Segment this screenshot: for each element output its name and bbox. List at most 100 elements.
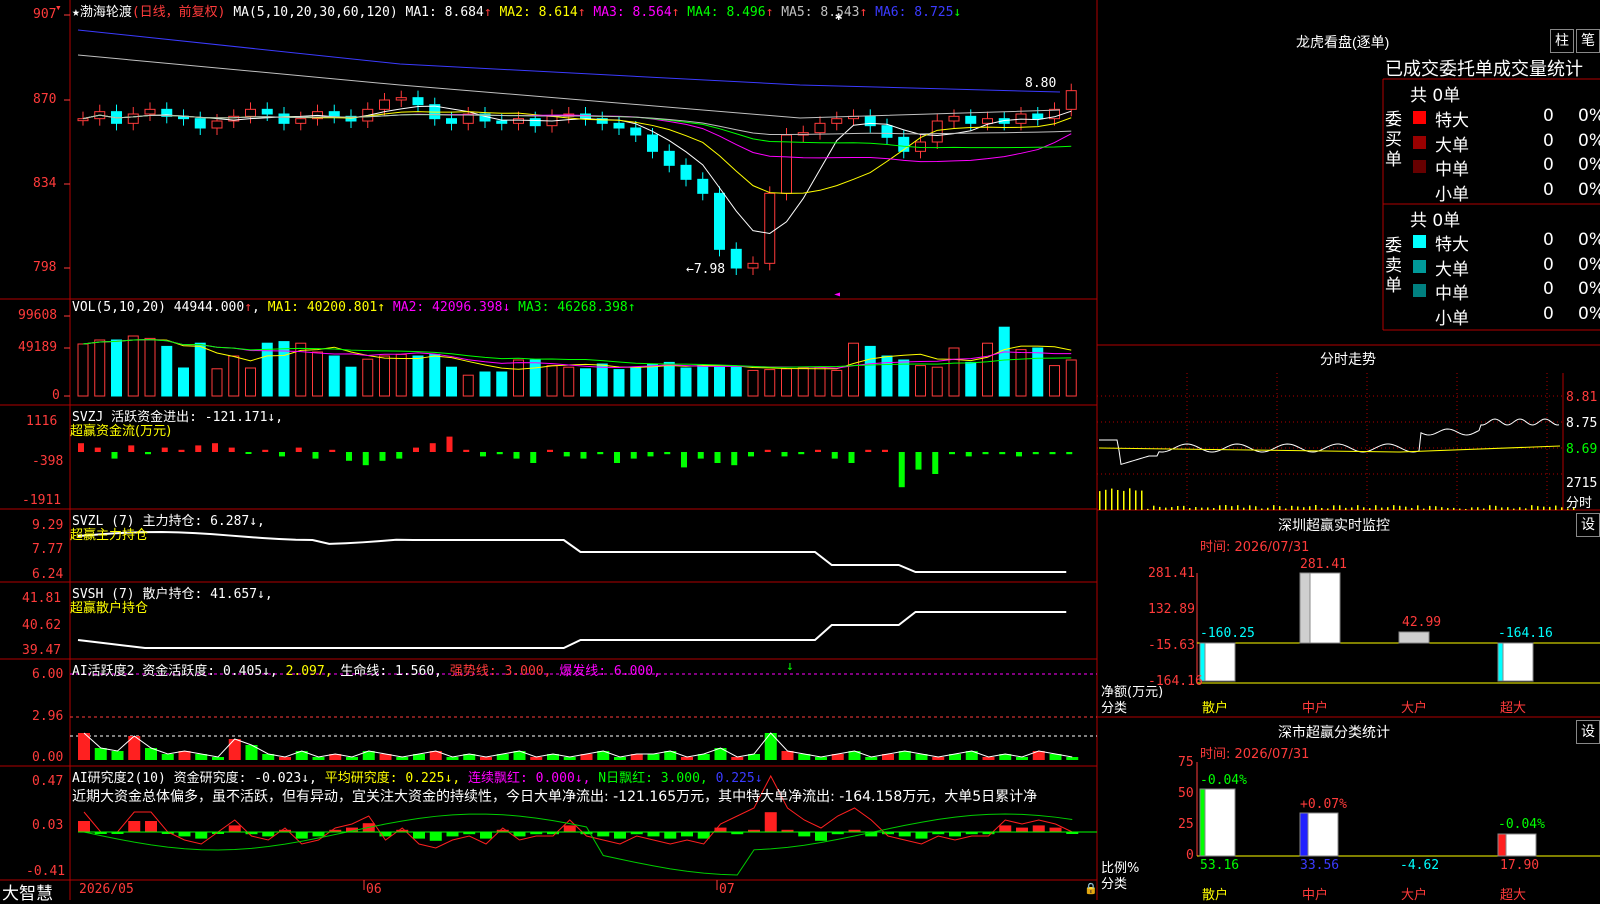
fenshi-volume-bar <box>1117 490 1119 510</box>
fenshi-price: 8.69 <box>1566 442 1597 457</box>
fenshi-volume-bar <box>1447 508 1449 510</box>
fenshi-volume-bar <box>1393 505 1395 510</box>
bar-mode-button[interactable]: 柱 <box>1550 29 1574 53</box>
fenshi-volume: 2715 <box>1566 476 1597 491</box>
szmon-settings-button[interactable]: 设 <box>1576 513 1600 537</box>
fenshi-volume-bar <box>1153 506 1155 510</box>
ma-legend: MA1: 8.684↑ MA2: 8.614↑ MA3: 8.564↑ MA4:… <box>406 5 962 20</box>
fenshi-volume-bar <box>1555 506 1557 510</box>
szcls-settings-button[interactable]: 设 <box>1576 720 1600 744</box>
fenshi-volume-bar <box>1105 490 1107 510</box>
fenshi-volume-bar <box>1273 505 1275 510</box>
order-pct: 0% <box>1578 230 1600 250</box>
fenshi-volume-bar <box>1321 508 1323 510</box>
fenshi-volume-bar <box>1339 505 1341 510</box>
vol-tick: 0 <box>52 388 60 403</box>
ai2-header: AI研究度2(10) 资金研究度: -0.023↓, 平均研究度: 0.225↓… <box>72 767 763 786</box>
fenshi-volume-bar <box>1123 491 1125 510</box>
szcls-cat: 中户 <box>1302 884 1328 903</box>
szcls-time: 时间: 2026/07/31 <box>1200 743 1309 762</box>
buy-orders-label: 委买单 <box>1385 110 1403 170</box>
fenshi-volume-bar <box>1441 507 1443 510</box>
fenshi-volume-bar <box>1483 508 1485 510</box>
vol-header: VOL(5,10,20) 44944.000↑, MA1: 40200.801↑… <box>72 300 636 315</box>
lhb-tabs[interactable]: 已成交委托单成交量统计 <box>1385 55 1583 81</box>
lock-icon[interactable]: 🔒 <box>1084 882 1098 895</box>
szmon-value: 42.99 <box>1402 615 1441 630</box>
order-pct: 0% <box>1578 255 1600 275</box>
fenshi-price: 8.81 <box>1566 390 1597 405</box>
fenshi-volume-bar <box>1291 506 1293 510</box>
fenshi-volume-bar <box>1387 507 1389 510</box>
vol-ma1: MA1: 40200.801↑ <box>268 300 385 315</box>
fenshi-volume-bar <box>1513 509 1515 510</box>
fenshi-price: 8.75 <box>1566 416 1597 431</box>
ma-title: MA(5,10,20,30,60,120) <box>233 5 397 20</box>
fenshi-volume-bar <box>1219 505 1221 510</box>
svzl-tick: 7.77 <box>32 542 63 557</box>
ma-legend-item: MA5: 8.543↑ <box>773 5 867 20</box>
ai2-avg: 平均研究度: 0.225↓, <box>325 771 460 786</box>
szcls-pct: +0.07% <box>1300 797 1347 812</box>
fenshi-volume-bar <box>1225 505 1227 510</box>
color-swatch <box>1413 309 1426 322</box>
fenshi-volume-bar <box>1405 507 1407 510</box>
szcls-cat: 超大 <box>1500 884 1526 903</box>
fenshi-volume-bar <box>1327 508 1329 510</box>
tick-mode-button[interactable]: 笔 <box>1576 29 1600 53</box>
svsh-tick: 39.47 <box>22 643 61 658</box>
fenshi-volume-bar <box>1519 507 1521 510</box>
fenshi-volume-bar <box>1201 508 1203 510</box>
fenshi-volume-bar <box>1159 507 1161 510</box>
chart-mode[interactable]: (日线，前复权) <box>132 5 226 20</box>
szcls-tick: 0 <box>1186 848 1194 863</box>
fenshi-volume-bar <box>1531 505 1533 510</box>
order-size-label: 特大 <box>1435 230 1469 255</box>
order-size-label: 小单 <box>1435 180 1469 205</box>
fenshi-volume-bar <box>1489 505 1491 510</box>
ma-legend-item: MA2: 8.614↑ <box>492 5 586 20</box>
star-icon[interactable]: ★ <box>72 5 80 20</box>
szmon-cat: 超大 <box>1500 697 1526 716</box>
ai2-tick: 0.03 <box>32 818 63 833</box>
ma-legend-item: MA3: 8.564↑ <box>586 5 680 20</box>
szmon-time: 时间: 2026/07/31 <box>1200 536 1309 555</box>
date-label: 06 <box>366 882 382 897</box>
ai2-commentary: 近期大资金总体偏多，虽不活跃，但有异动，宜关注大资金的持续性，今日大单净流出: … <box>72 786 1097 806</box>
stock-name: 渤海轮渡 <box>80 5 132 20</box>
color-swatch <box>1413 235 1426 248</box>
fenshi-volume-bar <box>1261 508 1263 510</box>
net-bar <box>1310 573 1340 643</box>
date-label: 2026/05 <box>79 882 134 897</box>
order-size-label: 大单 <box>1435 131 1469 156</box>
vol-tick: 99608 <box>18 308 57 323</box>
fenshi-volume-bar <box>1297 506 1299 510</box>
szmon-cat: 散户 <box>1202 697 1228 716</box>
fenshi-volume-bar <box>1285 508 1287 510</box>
order-count: 0 <box>1543 279 1554 299</box>
ai1-v2: 2.097, <box>286 664 333 679</box>
color-swatch <box>1413 136 1426 149</box>
fenshi-volume-bar <box>1129 488 1131 510</box>
szcls-value: 17.90 <box>1500 858 1539 873</box>
szcls-cat: 散户 <box>1202 884 1228 903</box>
ai1-tick: 2.96 <box>32 709 63 724</box>
order-pct: 0% <box>1578 106 1600 126</box>
app-name[interactable]: 大智慧 <box>2 879 53 904</box>
fenshi-volume-bar <box>1507 507 1509 510</box>
svzl-tick: 6.24 <box>32 567 63 582</box>
price-tick: 870 <box>33 92 56 107</box>
fenshi-volume-bar <box>1279 506 1281 510</box>
fenshi-volume-bar <box>1111 489 1113 510</box>
ma-legend-item: MA1: 8.684↑ <box>406 5 492 20</box>
fenshi-volume-bar <box>1141 491 1143 510</box>
fenshi-volume-bar <box>1543 507 1545 510</box>
szcls-pct: -0.04% <box>1498 817 1545 832</box>
fenshi-volume-bar <box>1183 506 1185 510</box>
ai1-strong: 强势线: 3.000, <box>450 664 552 679</box>
ma-legend-item: MA6: 8.725↓ <box>867 5 961 20</box>
szcls-tick: 25 <box>1178 817 1194 832</box>
fenshi-volume-bar <box>1363 507 1365 510</box>
order-size-label: 中单 <box>1435 279 1469 304</box>
fenshi-volume-bar <box>1099 491 1101 510</box>
